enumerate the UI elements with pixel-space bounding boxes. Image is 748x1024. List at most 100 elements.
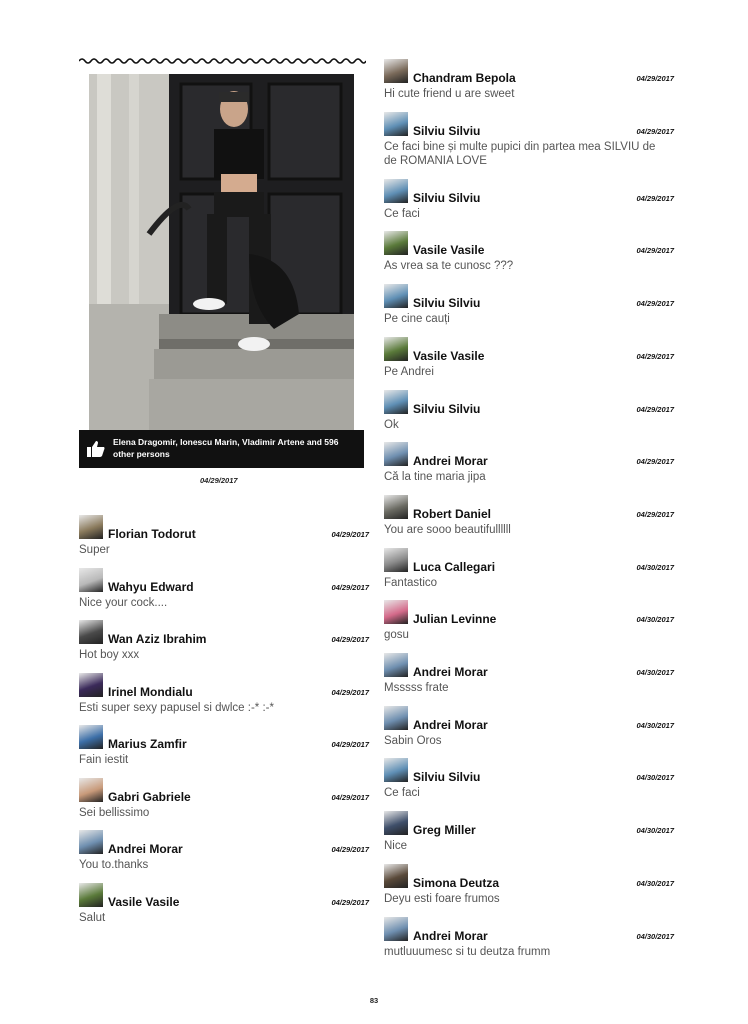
likes-bar[interactable]: Elena Dragomir, Ionescu Marin, Vladimir … bbox=[79, 430, 364, 468]
comment-date: 04/29/2017 bbox=[636, 74, 674, 83]
avatar[interactable] bbox=[79, 567, 103, 592]
comment-text: Hot boy xxx bbox=[79, 649, 140, 661]
comment-text: Esti super sexy papusel si dwlce :-* :-* bbox=[79, 701, 274, 714]
comment-date: 04/30/2017 bbox=[636, 615, 674, 625]
avatar[interactable] bbox=[384, 442, 408, 467]
comment-text: You to.thanks bbox=[79, 859, 149, 871]
comment-date: 04/29/2017 bbox=[331, 687, 369, 697]
avatar[interactable] bbox=[384, 389, 408, 414]
avatar[interactable] bbox=[384, 547, 408, 572]
commenter-name[interactable]: Julian Levinne bbox=[413, 612, 496, 626]
comment-date: 04/30/2017 bbox=[636, 931, 674, 941]
avatar[interactable] bbox=[384, 758, 408, 783]
comment-text: Ce faci bine și multe pupici din partea … bbox=[384, 140, 656, 167]
post-photo bbox=[89, 74, 354, 430]
comment-text: Hi cute friend u are sweet bbox=[384, 88, 515, 100]
avatar[interactable] bbox=[384, 705, 408, 730]
avatar[interactable] bbox=[384, 653, 408, 677]
commenter-name[interactable]: Simona Deutza bbox=[413, 876, 499, 890]
comment-text: Ok bbox=[384, 418, 399, 431]
avatar[interactable] bbox=[384, 178, 408, 203]
comment-date: 04/29/2017 bbox=[636, 246, 674, 256]
comment-date: 04/29/2017 bbox=[331, 582, 369, 592]
commenter-name[interactable]: Andrei Morar bbox=[413, 929, 488, 943]
page-number: 83 bbox=[369, 996, 379, 1005]
comment-text: Fain iestit bbox=[79, 754, 129, 766]
avatar[interactable] bbox=[79, 830, 103, 854]
comment-text: Msssss frate bbox=[384, 682, 449, 694]
commenter-name[interactable]: Vasile Vasile bbox=[108, 895, 179, 909]
commenter-name[interactable]: Andrei Morar bbox=[413, 454, 488, 468]
commenter-name[interactable]: Robert Daniel bbox=[413, 507, 491, 521]
wavy-divider bbox=[79, 58, 366, 64]
commenter-name[interactable]: Greg Miller bbox=[413, 823, 476, 837]
commenter-name[interactable]: Vasile Vasile bbox=[413, 349, 484, 363]
commenter-name[interactable]: Andrei Morar bbox=[108, 842, 183, 856]
avatar[interactable] bbox=[79, 620, 103, 644]
commenter-name[interactable]: Chandram Bepola bbox=[413, 71, 516, 85]
avatar[interactable] bbox=[384, 59, 408, 83]
commenter-name[interactable]: Florian Todorut bbox=[108, 527, 196, 541]
thumbs-up-icon bbox=[87, 441, 105, 457]
comment-text: Fantastico bbox=[384, 576, 438, 589]
comment-text: Ce faci bbox=[384, 207, 420, 220]
avatar[interactable] bbox=[384, 111, 408, 136]
comment-date: 04/30/2017 bbox=[636, 668, 674, 677]
commenter-name[interactable]: Vasile Vasile bbox=[413, 243, 484, 257]
avatar[interactable] bbox=[384, 916, 408, 941]
commenter-name[interactable]: Andrei Morar bbox=[413, 665, 488, 679]
avatar[interactable] bbox=[384, 811, 408, 836]
avatar[interactable] bbox=[384, 600, 408, 625]
comment-text: gosu bbox=[384, 629, 409, 642]
avatar[interactable] bbox=[79, 725, 103, 749]
commenter-name[interactable]: Silviu Silviu bbox=[413, 296, 480, 310]
avatar[interactable] bbox=[384, 336, 408, 361]
avatar[interactable] bbox=[79, 882, 103, 907]
commenter-name[interactable]: Silviu Silviu bbox=[413, 770, 480, 784]
comment-text: As vrea sa te cunosc ??? bbox=[384, 260, 514, 273]
comment-date: 04/30/2017 bbox=[636, 773, 674, 783]
comment-date: 04/29/2017 bbox=[331, 897, 369, 907]
commenter-name[interactable]: Irinel Mondialu bbox=[108, 685, 193, 699]
comment-date: 04/29/2017 bbox=[636, 299, 674, 309]
comment-text: Salut bbox=[79, 911, 106, 924]
comment-text: Ce faci bbox=[384, 787, 420, 800]
avatar[interactable] bbox=[384, 231, 408, 256]
comment-date: 04/30/2017 bbox=[636, 720, 674, 730]
comment-date: 04/29/2017 bbox=[636, 457, 674, 467]
avatar[interactable] bbox=[79, 777, 103, 802]
commenter-name[interactable]: Silviu Silviu bbox=[413, 191, 480, 205]
comment-date: 04/29/2017 bbox=[331, 635, 369, 644]
commenter-name[interactable]: Luca Callegari bbox=[413, 560, 495, 574]
avatar[interactable] bbox=[384, 494, 408, 519]
comment-text: Că la tine maria jipa bbox=[384, 471, 486, 484]
comment-date: 04/29/2017 bbox=[331, 530, 369, 539]
comment-text: You are sooo beautifullllll bbox=[384, 523, 511, 536]
commenter-name[interactable]: Silviu Silviu bbox=[413, 124, 480, 138]
avatar[interactable] bbox=[384, 284, 408, 309]
commenter-name[interactable]: Wan Aziz Ibrahim bbox=[108, 632, 206, 646]
comment-text: Nice your cock.... bbox=[79, 596, 168, 609]
avatar[interactable] bbox=[79, 672, 103, 697]
comment-date: 04/30/2017 bbox=[636, 878, 674, 888]
comment-date: 04/29/2017 bbox=[636, 404, 674, 414]
commenter-name[interactable]: Marius Zamfir bbox=[108, 737, 187, 751]
comment-text: Pe cine cauți bbox=[384, 313, 450, 326]
avatar[interactable] bbox=[384, 863, 408, 888]
comment-date: 04/29/2017 bbox=[331, 792, 369, 802]
comment-date: 04/29/2017 bbox=[331, 845, 369, 854]
comment-date: 04/29/2017 bbox=[636, 193, 674, 203]
commenter-name[interactable]: Silviu Silviu bbox=[413, 402, 480, 416]
comment-date: 04/29/2017 bbox=[331, 740, 369, 749]
likes-text: Elena Dragomir, Ionescu Marin, Vladimir … bbox=[113, 437, 339, 459]
comment-date: 04/29/2017 bbox=[636, 509, 674, 519]
avatar[interactable] bbox=[79, 515, 103, 539]
commenter-name[interactable]: Andrei Morar bbox=[413, 718, 488, 732]
commenter-name[interactable]: Wahyu Edward bbox=[108, 580, 194, 594]
comment-text: Pe Andrei bbox=[384, 365, 434, 378]
comment-text: Super bbox=[79, 544, 110, 556]
comment-text: Deyu esti foare frumos bbox=[384, 892, 500, 905]
comment-date: 04/29/2017 bbox=[636, 126, 674, 136]
post-date: 04/29/2017 bbox=[200, 476, 238, 485]
commenter-name[interactable]: Gabri Gabriele bbox=[108, 790, 191, 804]
